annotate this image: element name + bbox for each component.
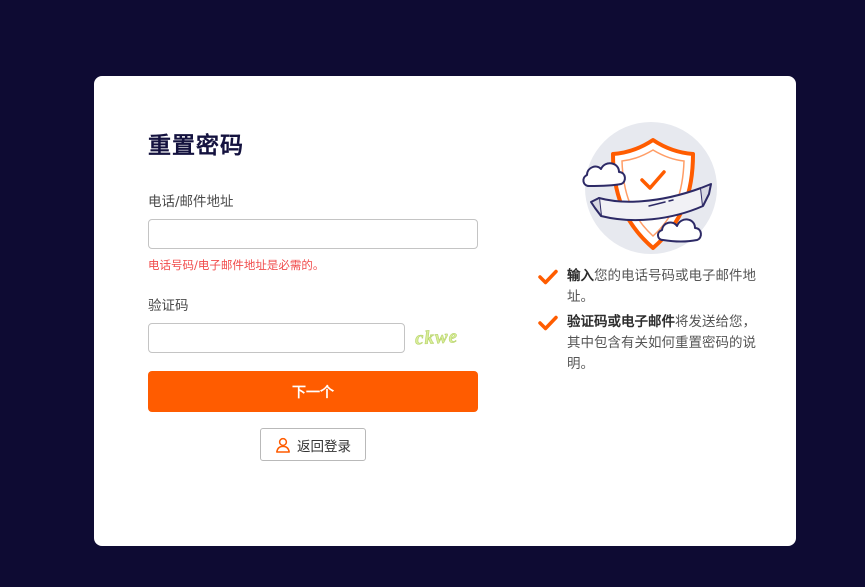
info-bold-text: 输入 [567,268,594,284]
shield-cloud-illustration [582,122,717,254]
contact-label: 电话/邮件地址 [148,194,234,210]
captcha-text: ckwe [415,326,459,349]
check-icon [538,315,558,331]
info-item-verification: 验证码或电子邮件将发送给您，其中包含有关如何重置密码的说明。 [538,312,768,375]
info-bold-text: 验证码或电子邮件 [567,314,675,330]
user-icon [276,437,290,453]
next-button[interactable]: 下一个 [148,371,478,412]
info-body-text: 您的电话号码或电子邮件地址。 [567,268,756,305]
captcha-image[interactable]: ckwe [412,324,470,350]
check-icon [538,269,558,285]
back-to-login-label: 返回登录 [297,438,351,455]
back-to-login-button[interactable]: 返回登录 [260,428,366,461]
info-item-enter-contact: 输入您的电话号码或电子邮件地址。 [538,266,768,308]
page-title: 重置密码 [148,133,244,159]
contact-error-message: 电话号码/电子邮件地址是必需的。 [148,258,325,272]
verification-code-input[interactable] [148,323,405,353]
contact-input[interactable] [148,219,478,249]
reset-password-card: 重置密码 电话/邮件地址 电话号码/电子邮件地址是必需的。 验证码 ckwe 下… [94,76,796,546]
info-text: 验证码或电子邮件将发送给您，其中包含有关如何重置密码的说明。 [567,312,762,375]
code-label: 验证码 [148,298,189,314]
info-text: 输入您的电话号码或电子邮件地址。 [567,266,762,308]
